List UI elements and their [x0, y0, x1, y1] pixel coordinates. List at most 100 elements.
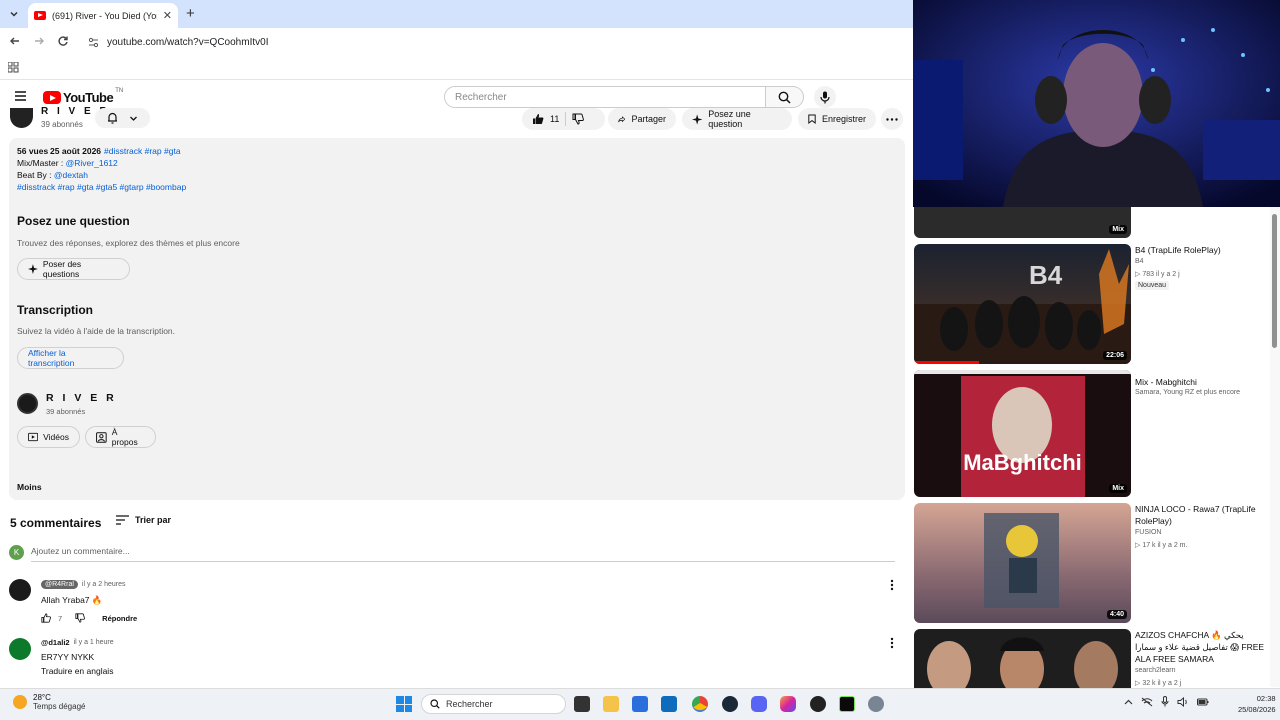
save-button[interactable]: Enregistrer [798, 108, 876, 130]
thumbs-down-icon[interactable] [75, 613, 86, 623]
sort-icon [116, 515, 129, 525]
hashtags-bottom[interactable]: #disstrack #rap #gta #gta5 #gtarp #boomb… [17, 182, 186, 192]
volume-icon[interactable] [1177, 696, 1189, 707]
tab-list-button[interactable] [6, 6, 22, 22]
sort-button[interactable]: Trier par [116, 515, 171, 525]
related-thumbnail[interactable] [914, 629, 1131, 688]
notifications-button[interactable] [95, 108, 150, 128]
comment-author[interactable]: @R4Rral [41, 580, 78, 589]
share-icon [618, 115, 626, 122]
transcript-subtitle: Suivez la vidéo à l'aide de la transcrip… [17, 326, 176, 336]
related-stats: ▷ 783 il y a 2 j [1135, 271, 1180, 278]
thumbs-up-icon[interactable] [532, 113, 544, 125]
related-channel[interactable]: search2learn [1135, 667, 1175, 674]
file-explorer-icon[interactable] [603, 696, 619, 712]
related-channel[interactable]: B4 [1135, 258, 1144, 265]
more-vertical-icon[interactable] [890, 579, 894, 591]
related-thumbnail[interactable]: MaBghitchi Mix [914, 370, 1131, 497]
game-launcher-icon[interactable] [839, 696, 855, 712]
videos-button[interactable]: Vidéos [17, 426, 80, 448]
search-button[interactable] [766, 86, 804, 108]
chrome-icon[interactable] [692, 696, 708, 712]
outlook-icon[interactable] [661, 696, 677, 712]
apps-grid-icon[interactable] [8, 62, 19, 73]
duration-badge: 22:06 [1103, 351, 1127, 360]
show-less-button[interactable]: Moins [17, 482, 42, 492]
channel-avatar[interactable] [10, 108, 33, 128]
battery-icon[interactable] [1197, 697, 1209, 707]
more-vertical-icon[interactable] [890, 637, 894, 649]
related-thumbnail[interactable]: Mix [914, 207, 1131, 238]
omnibox[interactable]: youtube.com/watch?v=QCoohmItv0I [84, 32, 904, 52]
more-actions-button[interactable] [881, 108, 903, 130]
search-box: Rechercher [444, 86, 804, 108]
related-title[interactable]: B4 (TrapLife RolePlay) [1135, 244, 1265, 256]
channel-name-large[interactable]: R I V E R [46, 392, 117, 404]
reload-button[interactable] [57, 35, 71, 49]
youtube-logo[interactable]: YouTube TN [43, 88, 123, 105]
more-horizontal-icon [886, 117, 898, 121]
new-badge: Nouveau [1135, 281, 1170, 290]
comment-time[interactable]: il y a 1 heure [74, 639, 114, 646]
scrollbar-thumb[interactable] [1272, 214, 1277, 348]
microphone-icon[interactable] [1161, 696, 1169, 707]
like-count[interactable]: 11 [550, 114, 559, 124]
related-channel[interactable]: FUSION [1135, 529, 1161, 536]
beat-link[interactable]: @dextah [54, 170, 88, 180]
hashtags-top[interactable]: #disstrack #rap #gta [104, 146, 181, 156]
task-view-icon[interactable] [574, 696, 590, 712]
instagram-icon[interactable] [780, 696, 796, 712]
taskbar-search[interactable]: Rechercher [421, 694, 566, 714]
video-icon [28, 432, 39, 442]
url-text[interactable]: youtube.com/watch?v=QCoohmItv0I [107, 37, 268, 48]
search-input[interactable]: Rechercher [444, 86, 766, 108]
webcam-overlay [913, 0, 1280, 207]
store-icon[interactable] [632, 696, 648, 712]
sun-icon [13, 695, 27, 709]
taskbar-search-label: Rechercher [446, 699, 493, 709]
new-tab-button[interactable]: + [186, 5, 195, 22]
arrow-left-icon [10, 37, 19, 45]
commenter-avatar[interactable] [9, 579, 31, 601]
related-thumbnail[interactable]: 4:40 [914, 503, 1131, 623]
menu-button[interactable] [14, 90, 28, 104]
comment-author[interactable]: @d1ali2 [41, 638, 70, 647]
comment-header: @d1ali2 il y a 1 heure [41, 638, 114, 647]
share-button[interactable]: Partager [608, 108, 676, 130]
about-button[interactable]: À propos [85, 426, 156, 448]
back-button[interactable] [9, 35, 23, 49]
network-off-icon[interactable] [1141, 697, 1153, 707]
translate-link[interactable]: Traduire en anglais [41, 666, 113, 676]
comment-time[interactable]: il y a 2 heures [82, 581, 126, 588]
voice-search-button[interactable] [814, 86, 836, 108]
discord-icon[interactable] [751, 696, 767, 712]
settings-icon[interactable] [868, 696, 884, 712]
related-title[interactable]: AZIZOS CHAFCHA 🔥 يحكي تفاصيل قضية علاء و… [1135, 629, 1265, 665]
channel-avatar-large[interactable] [17, 393, 38, 414]
browser-tab[interactable]: (691) River - You Died (Yomkomi ✕ [28, 3, 178, 28]
close-tab-icon[interactable]: ✕ [163, 9, 172, 22]
reply-button[interactable]: Répondre [102, 614, 137, 623]
obs-icon[interactable] [810, 696, 826, 712]
ask-question-button[interactable]: Posez une question [682, 108, 792, 130]
steam-icon[interactable] [722, 696, 738, 712]
ask-questions-button[interactable]: Poser des questions [17, 258, 130, 280]
sort-label: Trier par [135, 515, 172, 525]
related-channel[interactable]: Samara, Young RZ et plus encore [1135, 389, 1240, 396]
chevron-up-icon[interactable] [1124, 699, 1133, 705]
related-title[interactable]: NINJA LOCO - Rawa7 (TrapLife RolePlay) [1135, 503, 1265, 527]
site-info-icon[interactable] [88, 37, 99, 48]
start-button[interactable] [396, 696, 412, 712]
show-transcript-button[interactable]: Afficher la transcription [17, 347, 124, 369]
related-thumbnail[interactable]: B4 22:06 [914, 244, 1131, 364]
mix-link[interactable]: @River_1612 [66, 158, 118, 168]
thumbs-up-icon[interactable] [41, 613, 51, 623]
thumbs-down-icon[interactable] [572, 113, 585, 125]
add-comment-input[interactable]: Ajoutez un commentaire... [31, 546, 895, 562]
related-title[interactable]: Mix - Mabghitchi [1135, 376, 1265, 388]
weather-widget[interactable]: 28°C Temps dégagé [13, 693, 85, 711]
comment-text: ER7YY NYKK [41, 652, 95, 662]
commenter-avatar[interactable] [9, 638, 31, 660]
clock[interactable]: 02:38 25/08/2026 [1238, 693, 1276, 715]
forward-button[interactable] [33, 35, 47, 49]
